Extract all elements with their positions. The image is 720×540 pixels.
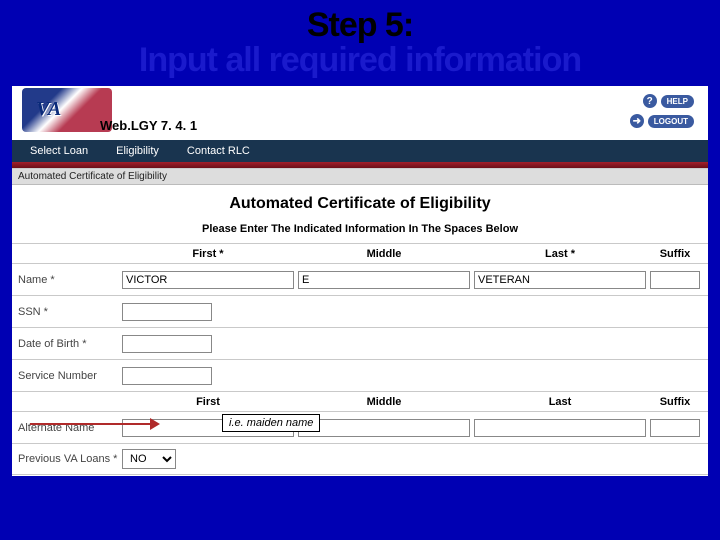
first-name-field[interactable] [122, 271, 294, 289]
col-alt-suffix: Suffix [650, 396, 700, 408]
ssn-field[interactable] [122, 303, 212, 321]
col-first: First * [122, 248, 294, 260]
logout-icon[interactable]: ➜ [630, 114, 644, 128]
app-screenshot: VA Web.LGY 7. 4. 1 ? HELP ➜ LOGOUT Selec… [12, 86, 708, 476]
previous-loans-select[interactable]: NO [122, 449, 176, 469]
slide-subtitle: Input all required information [0, 41, 720, 80]
app-title: Web.LGY 7. 4. 1 [100, 118, 197, 133]
col-middle: Middle [298, 248, 470, 260]
form-prompt: Please Enter The Indicated Information I… [12, 223, 708, 235]
annotation-maiden-name: i.e. maiden name [222, 414, 320, 432]
suffix-field[interactable] [650, 271, 700, 289]
menu-contact-rlc[interactable]: Contact RLC [187, 145, 250, 157]
menu-bar: Select Loan Eligibility Contact RLC [12, 140, 708, 162]
col-alt-first: First [122, 396, 294, 408]
col-alt-middle: Middle [298, 396, 470, 408]
label-previous-loans: Previous VA Loans * [12, 453, 122, 465]
app-header: VA Web.LGY 7. 4. 1 ? HELP ➜ LOGOUT [12, 86, 708, 140]
col-last: Last * [474, 248, 646, 260]
label-service-number: Service Number [12, 370, 122, 382]
col-alt-last: Last [474, 396, 646, 408]
help-icon[interactable]: ? [643, 94, 657, 108]
menu-select-loan[interactable]: Select Loan [30, 145, 88, 157]
label-ssn: SSN * [12, 306, 122, 318]
middle-name-field[interactable] [298, 271, 470, 289]
last-name-field[interactable] [474, 271, 646, 289]
menu-eligibility[interactable]: Eligibility [116, 145, 159, 157]
label-name: Name * [12, 274, 122, 286]
eligibility-form: First * Middle Last * Suffix Name * SSN … [12, 243, 708, 475]
help-link[interactable]: HELP [661, 95, 694, 108]
dob-field[interactable] [122, 335, 212, 353]
service-number-field[interactable] [122, 367, 212, 385]
va-logo: VA [22, 88, 112, 132]
label-dob: Date of Birth * [12, 338, 122, 350]
logout-link[interactable]: LOGOUT [648, 115, 694, 128]
alt-middle-field[interactable] [298, 419, 470, 437]
annotation-arrow [30, 418, 160, 430]
step-label: Step 5: [0, 6, 720, 45]
breadcrumb: Automated Certificate of Eligibility [12, 168, 708, 185]
col-suffix: Suffix [650, 248, 700, 260]
alt-suffix-field[interactable] [650, 419, 700, 437]
page-title: Automated Certificate of Eligibility [12, 195, 708, 213]
alt-last-field[interactable] [474, 419, 646, 437]
slide-title: Step 5: Input all required information [0, 0, 720, 80]
